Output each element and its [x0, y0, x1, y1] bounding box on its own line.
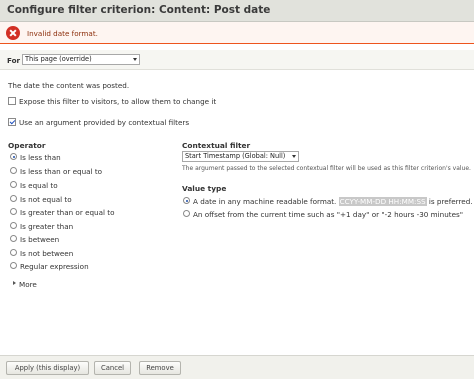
contextual-filter-help: The argument passed to the selected cont… — [182, 165, 471, 172]
error-message-box: Invalid date format. — [0, 22, 474, 44]
dialog-footer: Apply (this display) Cancel Remove — [0, 355, 474, 379]
value-type-date-suffix: is preferred. — [428, 197, 473, 206]
dialog-title: Configure filter criterion: Content: Pos… — [7, 4, 271, 16]
operator-option-label: Is less than — [20, 153, 61, 162]
chevron-down-icon — [133, 58, 137, 61]
more-toggle-link[interactable]: More — [19, 280, 37, 289]
error-message-text: Invalid date format. — [27, 29, 98, 38]
operator-option-label: Is greater than or equal to — [20, 208, 115, 217]
for-label: For — [7, 56, 21, 65]
operator-radio-between[interactable] — [10, 235, 17, 242]
apply-button[interactable]: Apply (this display) — [6, 361, 89, 375]
expose-filter-checkbox[interactable] — [8, 97, 16, 105]
value-type-offset-option: An offset from the current time such as … — [193, 210, 464, 219]
cancel-button[interactable]: Cancel — [94, 361, 131, 375]
operator-radio-greater-than-or-equal[interactable] — [10, 208, 17, 215]
value-type-date-option: A date in any machine readable format. C… — [193, 197, 473, 206]
for-display-bar: For This page (override) — [0, 50, 474, 70]
operator-option-label: Is not between — [20, 249, 74, 258]
operator-option-label: Is equal to — [20, 181, 58, 190]
expose-filter-label: Expose this filter to visitors, to allow… — [19, 97, 217, 106]
operator-option-label: Regular expression — [20, 262, 89, 271]
contextual-argument-label: Use an argument provided by contextual f… — [19, 118, 190, 127]
value-type-radio-date[interactable] — [183, 197, 190, 204]
operator-radio-regular-expression[interactable] — [10, 262, 17, 269]
contextual-filter-select[interactable]: Start Timestamp (Global: Null) — [182, 151, 299, 162]
contextual-filter-heading: Contextual filter — [182, 141, 251, 150]
for-display-select[interactable]: This page (override) — [22, 54, 140, 65]
operator-radio-not-between[interactable] — [10, 249, 17, 256]
operator-radio-less-than[interactable] — [10, 153, 17, 160]
operator-heading: Operator — [8, 141, 46, 150]
operator-radio-less-than-or-equal[interactable] — [10, 167, 17, 174]
expand-triangle-icon — [13, 281, 16, 285]
chevron-down-icon — [292, 155, 296, 158]
contextual-filter-select-value: Start Timestamp (Global: Null) — [185, 152, 286, 160]
operator-option-label: Is not equal to — [20, 195, 72, 204]
operator-radio-greater-than[interactable] — [10, 222, 17, 229]
operator-radio-equal[interactable] — [10, 181, 17, 188]
dialog-titlebar: Configure filter criterion: Content: Pos… — [0, 0, 474, 22]
value-type-radio-offset[interactable] — [183, 210, 190, 217]
contextual-argument-checkbox[interactable] — [8, 118, 16, 126]
remove-button[interactable]: Remove — [139, 361, 181, 375]
operator-option-label: Is less than or equal to — [20, 167, 103, 176]
for-display-select-value: This page (override) — [25, 55, 92, 63]
operator-radio-not-equal[interactable] — [10, 195, 17, 202]
filter-description: The date the content was posted. — [8, 81, 130, 90]
error-icon — [6, 26, 20, 40]
value-type-date-prefix: A date in any machine readable format. — [193, 197, 337, 206]
operator-option-label: Is between — [20, 235, 60, 244]
date-format-code: CCYY-MM-DD HH:MM:SS — [338, 197, 427, 206]
operator-option-label: Is greater than — [20, 222, 74, 231]
value-type-heading: Value type — [182, 184, 227, 193]
